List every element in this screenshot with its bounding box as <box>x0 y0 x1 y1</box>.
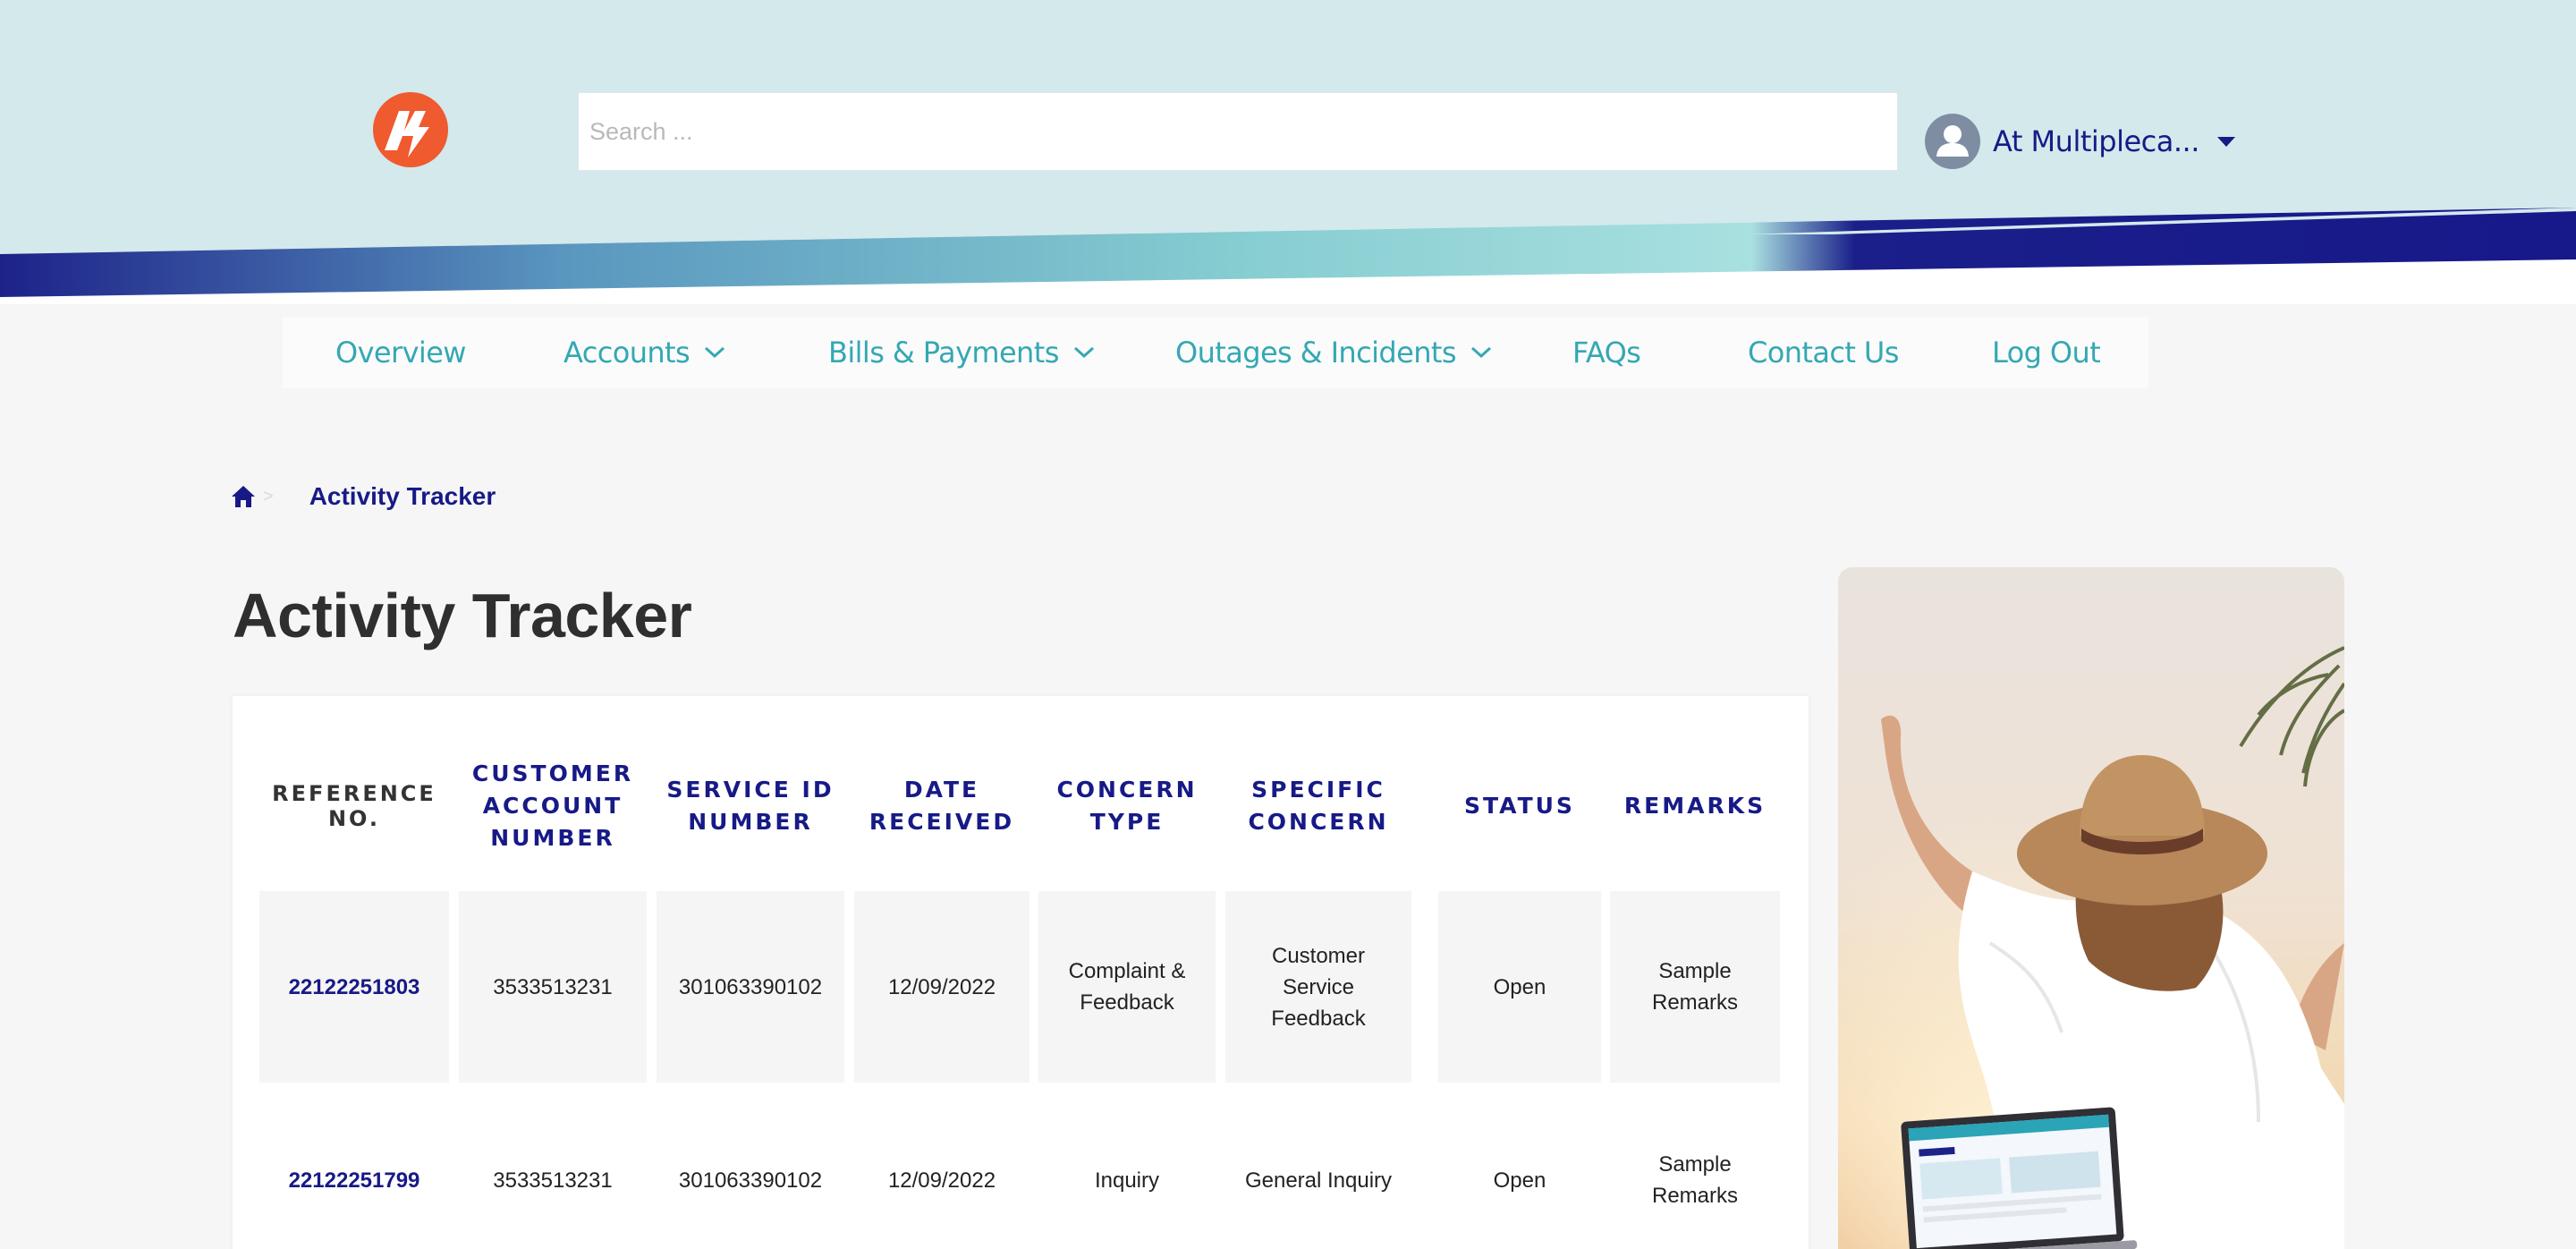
promo-image <box>1838 567 2344 1249</box>
table-cell: 12/09/2022 <box>887 1168 996 1193</box>
nav-item-label: Overview <box>335 336 466 370</box>
nav-item-label: Bills & Payments <box>828 336 1059 370</box>
nav-overview[interactable]: Overview <box>335 317 466 388</box>
chevron-down-icon <box>1073 346 1094 359</box>
search-input[interactable] <box>578 92 1898 171</box>
nav-item-label: Contact Us <box>1748 336 1899 370</box>
reference-number-link[interactable]: 22122251799 <box>259 1093 449 1249</box>
table-cell: Complaint & Feedback <box>1038 891 1216 1083</box>
table-cell: Open <box>1493 1168 1546 1193</box>
company-logo[interactable] <box>372 91 449 168</box>
breadcrumb-separator: > <box>263 486 274 506</box>
chevron-down-icon <box>705 346 725 359</box>
nav-bills-payments[interactable]: Bills & Payments <box>828 317 1095 388</box>
column-header: CONCERN TYPE <box>1056 777 1198 835</box>
reference-number-link[interactable]: 22122251803 <box>259 891 449 1083</box>
caret-down-icon <box>2216 136 2235 147</box>
nav-item-label: Outages & Incidents <box>1175 336 1457 370</box>
woman-with-laptop-beach-image <box>1838 567 2344 1249</box>
column-header: SERVICE ID NUMBER <box>666 777 835 835</box>
column-header: STATUS <box>1464 793 1575 819</box>
home-icon[interactable] <box>231 485 256 508</box>
nav-accounts[interactable]: Accounts <box>564 317 725 388</box>
nav-outages-incidents[interactable]: Outages & Incidents <box>1175 317 1492 388</box>
column-header: CUSTOMER ACCOUNT NUMBER <box>471 760 634 851</box>
user-menu[interactable]: At Multipleca... <box>1925 114 2235 169</box>
avatar-icon <box>1925 114 1980 169</box>
nav-item-label: FAQs <box>1572 336 1641 370</box>
chevron-down-icon <box>1470 346 1491 359</box>
nav-item-label: Log Out <box>1992 336 2101 370</box>
site-header: At Multipleca... <box>0 0 2576 304</box>
user-name: At Multipleca... <box>1993 124 2199 158</box>
column-header: SPECIFIC CONCERN <box>1248 777 1389 835</box>
table-cell: Open <box>1438 891 1601 1083</box>
table-cell: Inquiry <box>1094 1168 1160 1193</box>
table-cell: Customer Service Feedback <box>1225 891 1411 1083</box>
nav-log-out[interactable]: Log Out <box>1992 317 2101 388</box>
page-title: Activity Tracker <box>233 581 692 650</box>
nav-contact-us[interactable]: Contact Us <box>1748 317 1899 388</box>
nav-item-label: Accounts <box>564 336 691 370</box>
table-cell: Sample Remarks <box>1610 891 1780 1083</box>
column-header: REFERENCE NO. <box>272 781 436 831</box>
table-cell: 301063390102 <box>678 1168 823 1193</box>
breadcrumb: > Activity Tracker <box>231 481 496 512</box>
table-cell: 12/09/2022 <box>854 891 1030 1083</box>
table-cell: 3533513231 <box>493 1168 613 1193</box>
table-cell: 3533513231 <box>459 891 647 1083</box>
table-cell: 301063390102 <box>657 891 844 1083</box>
table-cell: Sample Remarks <box>1651 1152 1738 1208</box>
table-cell: General Inquiry <box>1244 1168 1393 1193</box>
breadcrumb-current: Activity Tracker <box>309 482 496 510</box>
main-navigation: Overview Accounts Bills & Payments Outag… <box>283 317 2148 388</box>
column-header: DATE RECEIVED <box>869 777 1015 835</box>
column-header: REMARKS <box>1623 793 1767 819</box>
nav-faqs[interactable]: FAQs <box>1572 317 1641 388</box>
